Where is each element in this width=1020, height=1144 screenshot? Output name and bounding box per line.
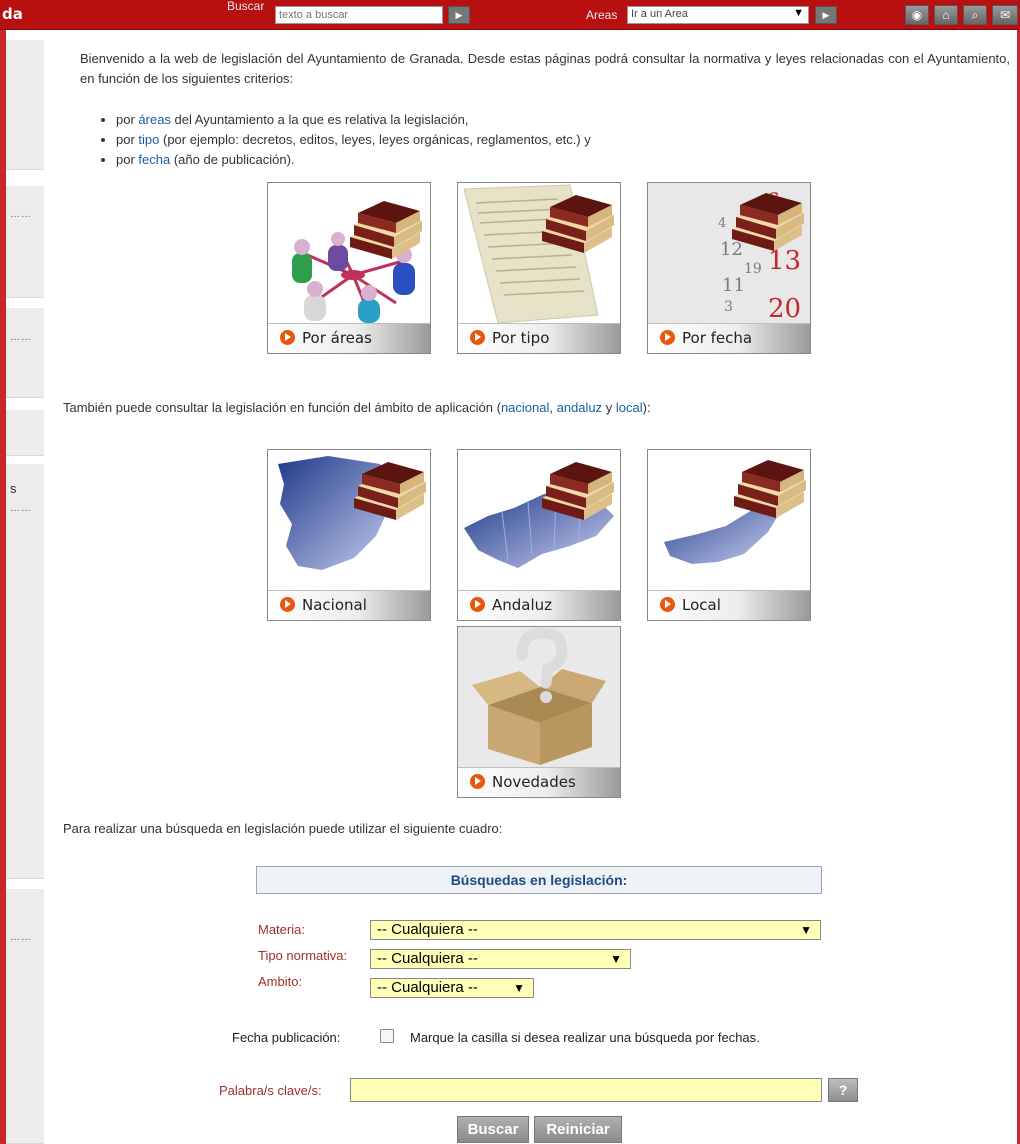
- mail-icon[interactable]: ✉: [992, 5, 1018, 25]
- ambito-select[interactable]: -- Cualquiera -- ▼: [370, 978, 534, 998]
- keyword-label: Palabra/s clave/s:: [219, 1083, 322, 1098]
- arrow-right-icon: [280, 597, 295, 612]
- criteria-list: por áreas del Ayuntamiento a la que es r…: [100, 110, 591, 170]
- left-dots: ……: [10, 209, 32, 220]
- left-block: [6, 410, 44, 456]
- fecha-hint: Marque la casilla si desea realizar una …: [410, 1030, 760, 1045]
- rss-icon[interactable]: ◉: [905, 5, 929, 25]
- arrow-right-icon: [470, 597, 485, 612]
- tile-local[interactable]: Local: [647, 449, 811, 621]
- left-block: [6, 186, 44, 298]
- link-areas[interactable]: áreas: [138, 112, 171, 127]
- tipo-normativa-select[interactable]: -- Cualquiera -- ▼: [370, 949, 631, 969]
- search-panel-title: Búsquedas en legislación:: [256, 866, 822, 894]
- svg-text:11: 11: [722, 275, 745, 296]
- svg-text:19: 19: [744, 261, 762, 277]
- svg-text:3: 3: [724, 299, 733, 315]
- link-nacional[interactable]: nacional: [501, 400, 549, 415]
- search-input[interactable]: [275, 6, 443, 24]
- tile-novedades[interactable]: Novedades: [457, 626, 621, 798]
- link-tipo[interactable]: tipo: [138, 132, 159, 147]
- search-label: Buscar: [227, 0, 265, 13]
- svg-text:12: 12: [720, 239, 743, 260]
- area-select-value: Ir a un Area: [631, 8, 688, 20]
- chevron-down-icon: ▼: [793, 7, 804, 19]
- tile-por-areas[interactable]: Por áreas: [267, 182, 431, 354]
- home-icon[interactable]: ⌂: [934, 5, 958, 25]
- arrow-right-icon: [660, 330, 675, 345]
- arrow-right-icon: [470, 774, 485, 789]
- tile-caption: Novedades: [458, 767, 620, 797]
- help-button[interactable]: ?: [828, 1078, 858, 1102]
- site-logo-fragment: da: [2, 5, 23, 23]
- chevron-down-icon: ▼: [513, 981, 525, 995]
- left-block: [6, 40, 44, 170]
- left-block: [6, 889, 44, 1144]
- tile-caption: Por áreas: [268, 323, 430, 353]
- question-box-icon: [458, 627, 620, 767]
- granada-map-icon: [648, 450, 810, 590]
- search-icon[interactable]: ⌕: [963, 5, 987, 25]
- tile-caption: Por tipo: [458, 323, 620, 353]
- tile-por-tipo[interactable]: Por tipo: [457, 182, 621, 354]
- tile-por-fecha[interactable]: 4 12 11 3 19 6 13 20 Por fecha: [647, 182, 811, 354]
- tile-caption: Local: [648, 590, 810, 620]
- left-block: [6, 308, 44, 398]
- left-dots: ……: [10, 932, 32, 943]
- chevron-down-icon: ▼: [800, 923, 812, 937]
- materia-select[interactable]: -- Cualquiera -- ▼: [370, 920, 821, 940]
- search-intro: Para realizar una búsqueda en legislació…: [63, 821, 503, 836]
- materia-label: Materia:: [258, 922, 305, 937]
- tile-nacional[interactable]: Nacional: [267, 449, 431, 621]
- tile-andaluz[interactable]: Andaluz: [457, 449, 621, 621]
- link-fecha[interactable]: fecha: [138, 152, 170, 167]
- svg-text:20: 20: [768, 294, 801, 323]
- left-block: [6, 464, 44, 879]
- list-item: por áreas del Ayuntamiento a la que es r…: [116, 110, 591, 130]
- old-document-icon: [458, 183, 620, 323]
- tile-caption: Nacional: [268, 590, 430, 620]
- svg-text:4: 4: [718, 216, 726, 231]
- calendar-icon: 4 12 11 3 19 6 13 20: [648, 183, 810, 323]
- tipo-normativa-label: Tipo normativa:: [258, 948, 348, 963]
- arrow-right-icon: [470, 330, 485, 345]
- ambito-label: Ambito:: [258, 974, 303, 989]
- search-button[interactable]: Buscar: [457, 1116, 529, 1143]
- fecha-checkbox[interactable]: [380, 1029, 394, 1043]
- link-andaluz[interactable]: andaluz: [557, 400, 603, 415]
- area-select[interactable]: Ir a un Area ▼: [627, 6, 809, 24]
- tile-caption: Andaluz: [458, 590, 620, 620]
- site-header: da Buscar ▶ Areas Ir a un Area ▼ ▶ ◉ ⌂ ⌕…: [0, 0, 1020, 30]
- left-dots: ……: [10, 503, 32, 514]
- left-letter: s: [10, 481, 17, 496]
- spain-map-icon: [268, 450, 430, 590]
- list-item: por tipo (por ejemplo: decretos, editos,…: [116, 130, 591, 150]
- intro-text: Bienvenido a la web de legislación del A…: [80, 51, 1010, 86]
- left-border-line: [0, 30, 6, 1144]
- arrow-right-icon: [280, 330, 295, 345]
- list-item: por fecha (año de publicación).: [116, 150, 591, 170]
- link-local[interactable]: local: [616, 400, 643, 415]
- andalucia-map-icon: [458, 450, 620, 590]
- fecha-publicacion-label: Fecha publicación:: [232, 1030, 341, 1045]
- areas-label: Areas: [586, 8, 618, 22]
- people-network-icon: [268, 183, 430, 323]
- scope-text: También puede consultar la legislación e…: [63, 400, 651, 415]
- arrow-right-icon: [660, 597, 675, 612]
- search-go-button[interactable]: ▶: [448, 6, 470, 24]
- left-dots: ……: [10, 332, 32, 343]
- chevron-down-icon: ▼: [610, 952, 622, 966]
- reset-button[interactable]: Reiniciar: [534, 1116, 622, 1143]
- keyword-input[interactable]: [350, 1078, 822, 1102]
- tile-caption: Por fecha: [648, 323, 810, 353]
- area-go-button[interactable]: ▶: [815, 6, 837, 24]
